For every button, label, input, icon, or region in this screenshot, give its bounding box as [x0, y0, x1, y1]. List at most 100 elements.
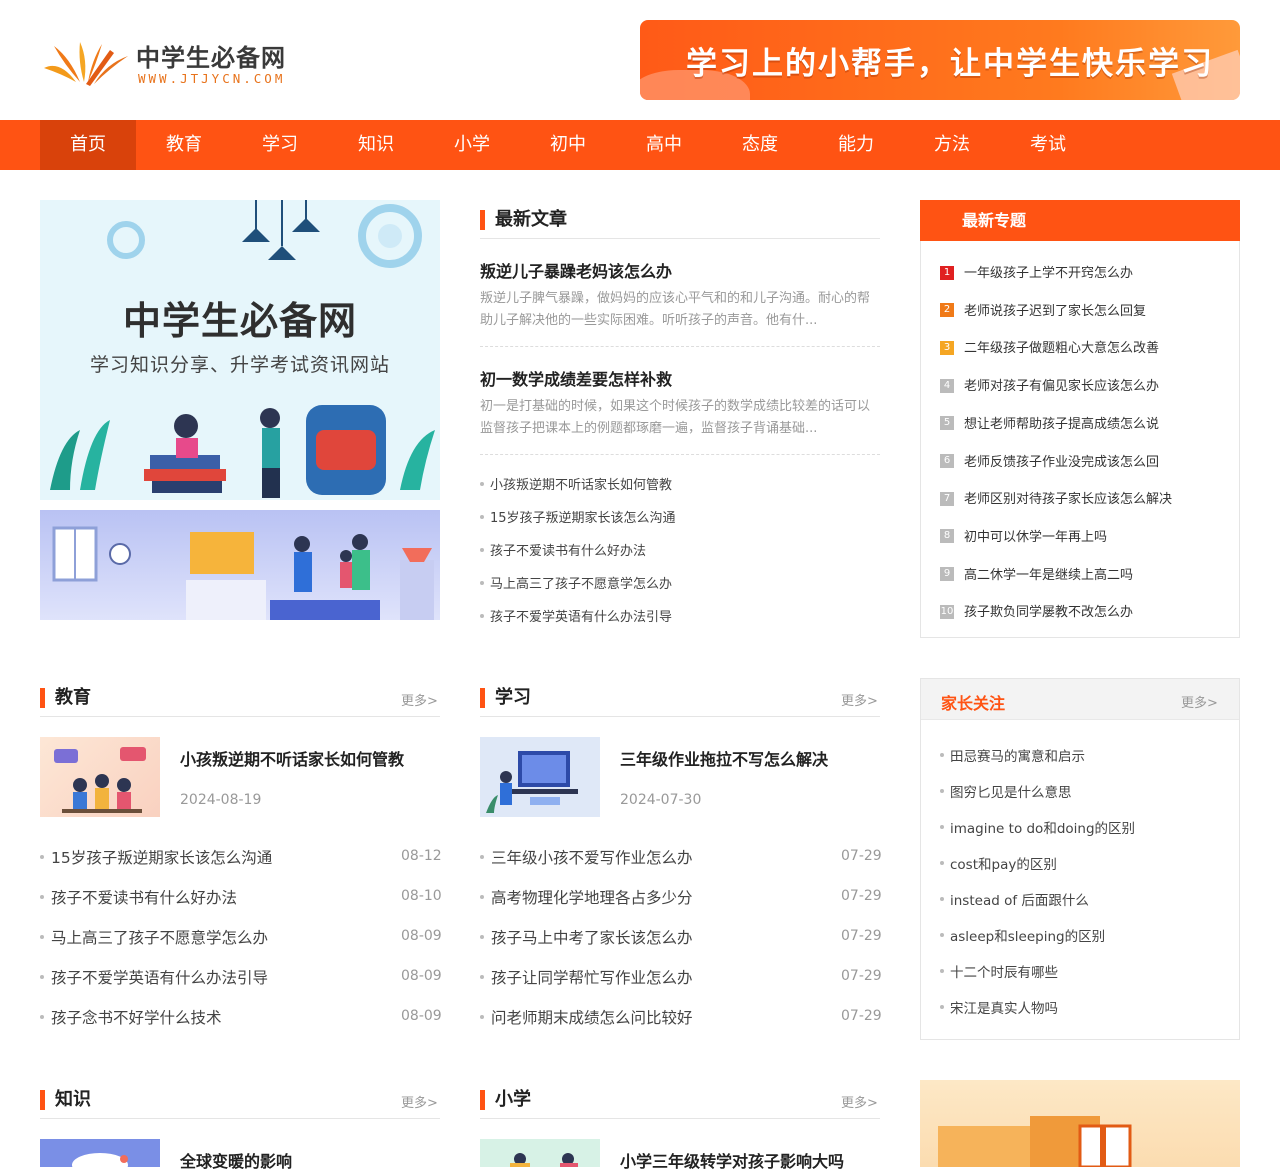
study-list-item[interactable]: 问老师期末成绩怎么问比较好	[480, 1006, 693, 1028]
topic-item[interactable]: 1 一年级孩子上学不开窍怎么办	[940, 262, 1133, 281]
latest-featured-title[interactable]: 叛逆儿子暴躁老妈该怎么办	[480, 258, 672, 282]
study-list-item[interactable]: 三年级小孩不爱写作业怎么办	[480, 846, 693, 868]
bullet-icon	[480, 613, 484, 618]
topics-heading: 最新专题	[920, 200, 1240, 241]
latest-list-item[interactable]: 小孩叛逆期不听话家长如何管教	[480, 474, 672, 493]
topic-item[interactable]: 6 老师反馈孩子作业没完成该怎么回	[940, 451, 1159, 470]
parents-list-item-title: instead of 后面跟什么	[950, 893, 1089, 909]
knowledge-more-link[interactable]: 更多>	[401, 1092, 438, 1111]
nav-item-primary[interactable]: 小学	[424, 120, 520, 170]
parents-list-item[interactable]: asleep和sleeping的区别	[940, 925, 1105, 945]
knowledge-thumbnail[interactable]	[40, 1139, 160, 1167]
education-list-item-title: 孩子不爱学英语有什么办法引导	[51, 969, 269, 987]
study-list-item[interactable]: 孩子马上中考了家长该怎么办	[480, 926, 693, 948]
education-featured-date: 2024-08-19	[180, 792, 262, 808]
parents-list-item[interactable]: instead of 后面跟什么	[940, 889, 1089, 909]
education-list-item[interactable]: 孩子念书不好学什么技术	[40, 1006, 222, 1028]
education-list-item[interactable]: 15岁孩子叛逆期家长该怎么沟通	[40, 846, 272, 868]
bullet-icon	[940, 1005, 944, 1009]
parents-list-item[interactable]: imagine to do和doing的区别	[940, 817, 1135, 837]
rank-number-badge: 6	[940, 454, 954, 468]
topic-item-label: 想让老师帮助孩子提高成绩怎么说	[964, 416, 1160, 432]
family-illustration[interactable]	[40, 510, 440, 620]
logo-title: 中学生必备网	[136, 44, 286, 72]
nav-item-attitude[interactable]: 态度	[712, 120, 808, 170]
logo-flame-icon	[44, 42, 128, 86]
study-list-item-title: 高考物理化学地理各占多少分	[491, 889, 693, 907]
education-list-item[interactable]: 马上高三了孩子不愿意学怎么办	[40, 926, 268, 948]
education-more-link[interactable]: 更多>	[401, 690, 438, 709]
topic-item[interactable]: 5 想让老师帮助孩子提高成绩怎么说	[940, 413, 1159, 432]
parents-list-item[interactable]: 田忌赛马的寓意和启示	[940, 745, 1085, 765]
primary-thumbnail[interactable]	[480, 1139, 600, 1167]
nav-item-study[interactable]: 学习	[232, 120, 328, 170]
study-thumb-graphic	[486, 751, 578, 813]
parents-list-item[interactable]: cost和pay的区别	[940, 853, 1057, 873]
primary-more-link[interactable]: 更多>	[841, 1092, 878, 1111]
nav-item-home[interactable]: 首页	[40, 120, 136, 170]
topic-item[interactable]: 7 老师区别对待孩子家长应该怎么解决	[940, 488, 1172, 507]
latest-list-item[interactable]: 孩子不爱学英语有什么办法引导	[480, 606, 672, 625]
latest-featured-desc: 初一是打基础的时候，如果这个时候孩子的数学成绩比较差的话可以监督孩子把课本上的例…	[480, 399, 871, 436]
study-more-link[interactable]: 更多>	[841, 690, 878, 709]
knowledge-featured-title[interactable]: 全球变暖的影响	[180, 1148, 292, 1172]
topic-item[interactable]: 3 二年级孩子做题粗心大意怎么改善	[940, 337, 1159, 356]
study-list-item[interactable]: 高考物理化学地理各占多少分	[480, 886, 693, 908]
logo-domain: WWW.JTJYCN.COM	[138, 71, 286, 86]
study-list-item-title: 三年级小孩不爱写作业怎么办	[491, 849, 693, 867]
rank-number-badge: 1	[940, 265, 954, 280]
bullet-icon	[940, 789, 944, 793]
nav-item-exam[interactable]: 考试	[1000, 120, 1096, 170]
education-thumbnail[interactable]	[40, 737, 160, 817]
parents-list-item[interactable]: 图穷匕见是什么意思	[940, 781, 1072, 801]
bullet-icon	[480, 514, 484, 519]
study-list-item-title: 孩子让同学帮忙写作业怎么办	[491, 969, 693, 987]
parents-list-item-title: 图穷匕见是什么意思	[950, 785, 1072, 801]
study-featured-title[interactable]: 三年级作业拖拉不写怎么解决	[620, 746, 828, 770]
primary-featured-title[interactable]: 小学三年级转学对孩子影响大吗	[620, 1148, 844, 1172]
nav-item-senior[interactable]: 高中	[616, 120, 712, 170]
bullet-icon	[480, 1014, 484, 1019]
latest-featured-desc: 叛逆儿子脾气暴躁，做妈妈的应该心平气和的和儿子沟通。耐心的帮助儿子解决他的一些实…	[480, 291, 871, 328]
divider	[480, 346, 880, 347]
latest-list-item[interactable]: 孩子不爱读书有什么好办法	[480, 540, 646, 559]
education-list-item-date: 08-10	[401, 888, 442, 904]
header-banner[interactable]: 学习上的小帮手，让中学生快乐学习	[640, 20, 1240, 100]
bullet-icon	[940, 933, 944, 937]
nav-item-junior[interactable]: 初中	[520, 120, 616, 170]
nav-item-education[interactable]: 教育	[136, 120, 232, 170]
bullet-icon	[480, 481, 484, 486]
topic-item[interactable]: 8 初中可以休学一年再上吗	[940, 526, 1107, 545]
nav-item-ability[interactable]: 能力	[808, 120, 904, 170]
parents-heading: 家长关注	[941, 694, 1006, 713]
education-list-item-title: 15岁孩子叛逆期家长该怎么沟通	[51, 849, 273, 867]
parents-list-item[interactable]: 十二个时辰有哪些	[940, 961, 1058, 981]
topic-item[interactable]: 2 老师说孩子迟到了家长怎么回复	[940, 300, 1146, 319]
hero-illustration[interactable]: 中学生必备网 学习知识分享、升学考试资讯网站	[40, 200, 440, 500]
education-list-item[interactable]: 孩子不爱学英语有什么办法引导	[40, 966, 268, 988]
topic-item[interactable]: 4 老师对孩子有偏见家长应该怎么办	[940, 375, 1159, 394]
education-featured-title[interactable]: 小孩叛逆期不听话家长如何管教	[180, 746, 404, 770]
nav-item-method[interactable]: 方法	[904, 120, 1000, 170]
latest-list-item[interactable]: 15岁孩子叛逆期家长该怎么沟通	[480, 507, 676, 526]
knowledge-heading: 知识	[40, 1090, 91, 1110]
site-logo[interactable]: 中学生必备网 WWW.JTJYCN.COM	[40, 36, 300, 92]
topic-item[interactable]: 10 孩子欺负同学屡教不改怎么办	[940, 601, 1133, 620]
education-list-item[interactable]: 孩子不爱读书有什么好办法	[40, 886, 237, 908]
parents-list-item[interactable]: 宋江是真实人物吗	[940, 997, 1058, 1017]
parents-more-link[interactable]: 更多>	[1181, 692, 1218, 711]
topic-item[interactable]: 9 高二休学一年是继续上高二吗	[940, 564, 1133, 583]
nav-item-knowledge[interactable]: 知识	[328, 120, 424, 170]
divider	[40, 716, 440, 717]
latest-list-item[interactable]: 马上高三了孩子不愿意学怎么办	[480, 573, 672, 592]
education-list-item-title: 马上高三了孩子不愿意学怎么办	[51, 929, 269, 947]
bullet-icon	[40, 1014, 44, 1019]
latest-featured-title[interactable]: 初一数学成绩差要怎样补救	[480, 366, 672, 390]
parents-list-item-title: asleep和sleeping的区别	[950, 929, 1106, 945]
bullet-icon	[940, 897, 944, 901]
study-thumbnail[interactable]	[480, 737, 600, 817]
study-heading: 学习	[480, 688, 531, 708]
topic-item-label: 老师反馈孩子作业没完成该怎么回	[964, 454, 1160, 470]
side-promo-image[interactable]	[920, 1080, 1240, 1167]
study-list-item[interactable]: 孩子让同学帮忙写作业怎么办	[480, 966, 693, 988]
